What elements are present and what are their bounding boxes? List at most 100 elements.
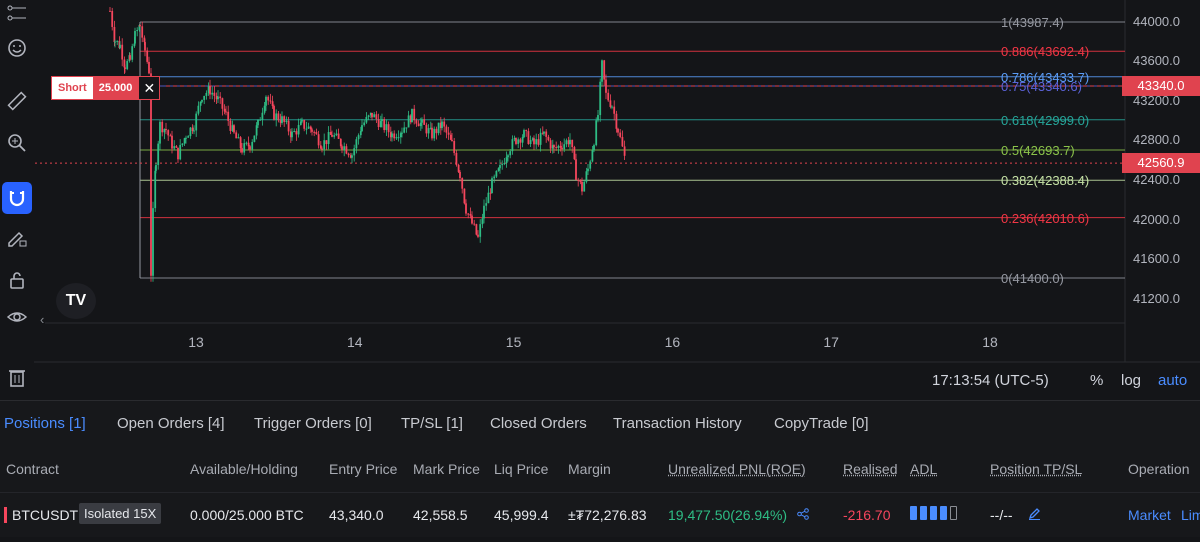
- col-contract: Contract: [6, 461, 59, 477]
- candle-body: [623, 146, 626, 156]
- candle-body: [269, 100, 272, 102]
- price-chart[interactable]: [0, 0, 1200, 400]
- candle-body: [371, 112, 373, 118]
- candle-body: [277, 113, 280, 121]
- candle-body: [229, 120, 232, 131]
- candle-body: [461, 178, 464, 189]
- candle-body: [583, 181, 586, 192]
- col-pnl: Unrealized PNL(ROE): [668, 461, 806, 477]
- candle-body: [569, 139, 571, 145]
- candle-body: [413, 108, 416, 121]
- candle-body: [337, 133, 340, 139]
- auto-scale-button[interactable]: auto: [1158, 372, 1187, 389]
- candle-body: [235, 132, 238, 139]
- candle-body: [375, 114, 378, 120]
- candle-body: [195, 113, 198, 131]
- close-order-icon[interactable]: ✕: [138, 77, 160, 99]
- candle-body: [367, 115, 370, 117]
- candle-body: [525, 130, 528, 132]
- tab-copytrade[interactable]: CopyTrade [0]: [774, 415, 869, 432]
- candle-body: [545, 131, 548, 137]
- zoom-icon[interactable]: [3, 129, 31, 157]
- candle-body: [317, 134, 320, 146]
- adl-indicator: [910, 506, 960, 523]
- candle-body: [126, 61, 129, 69]
- candle-body: [150, 73, 152, 276]
- contract-symbol[interactable]: BTCUSDT: [12, 507, 78, 523]
- candle-body: [609, 100, 612, 107]
- candle-body: [515, 138, 517, 144]
- candle-body: [331, 134, 333, 137]
- tab-open-orders[interactable]: Open Orders [4]: [117, 415, 225, 432]
- chart-canvas[interactable]: [0, 0, 1200, 400]
- margin-value[interactable]: ±₮72,276.83: [568, 507, 647, 523]
- tab-tpsl[interactable]: TP/SL [1]: [401, 415, 463, 432]
- limit-close-button[interactable]: Lim: [1181, 507, 1200, 523]
- eye-icon[interactable]: [3, 303, 31, 331]
- fib-level-label: 0.618(42999.0): [1001, 112, 1090, 128]
- candle-body: [501, 164, 504, 166]
- lock-draw-icon[interactable]: [3, 224, 31, 252]
- candle-body: [393, 133, 396, 139]
- trend-tools-icon[interactable]: [3, 0, 31, 28]
- candle-body: [343, 146, 346, 150]
- candle-body: [529, 140, 532, 145]
- candle-body: [305, 128, 308, 130]
- market-close-button[interactable]: Market: [1128, 507, 1171, 523]
- candle-body: [493, 176, 496, 179]
- candle-body: [329, 132, 332, 135]
- candle-body: [519, 139, 522, 143]
- share-icon[interactable]: [797, 507, 809, 523]
- candle-body: [335, 133, 338, 136]
- candle-body: [152, 208, 154, 276]
- candle-body: [109, 10, 111, 12]
- candle-body: [209, 86, 211, 95]
- candle-body: [577, 179, 580, 181]
- fib-level-label: 0.382(42388.4): [1001, 173, 1090, 189]
- candle-body: [263, 105, 266, 113]
- price-axis-tick: 42800.0: [1133, 132, 1180, 148]
- candle-body: [307, 126, 310, 129]
- candle-body: [503, 163, 506, 165]
- candle-body: [547, 136, 550, 141]
- candle-body: [447, 132, 450, 135]
- margin-mode-badge[interactable]: Isolated 15X: [79, 503, 162, 524]
- liq-price: 45,999.4: [494, 507, 549, 523]
- log-scale-button[interactable]: log: [1121, 372, 1141, 389]
- order-line-label[interactable]: Short 25.000 ✕: [51, 76, 161, 100]
- candle-body: [599, 81, 602, 116]
- tab-closed-orders[interactable]: Closed Orders: [490, 415, 587, 432]
- candle-body: [221, 98, 224, 109]
- candle-body: [391, 133, 393, 138]
- candle-body: [559, 145, 562, 148]
- price-tag: 42560.9: [1122, 153, 1200, 174]
- tab-trigger-orders[interactable]: Trigger Orders [0]: [254, 415, 372, 432]
- tab-transaction-history[interactable]: Transaction History: [613, 415, 742, 432]
- lock-icon[interactable]: [3, 266, 31, 294]
- candle-body: [597, 115, 599, 121]
- fib-level-label: 0(41400.0): [1001, 271, 1064, 286]
- candle-body: [333, 135, 336, 137]
- edit-icon[interactable]: [1028, 507, 1041, 523]
- percent-scale-button[interactable]: %: [1090, 372, 1103, 389]
- price-axis-tick: 43600.0: [1133, 53, 1180, 69]
- candle-body: [355, 139, 358, 149]
- candle-body: [124, 67, 126, 69]
- candle-body: [309, 126, 312, 130]
- candle-body: [561, 147, 563, 150]
- clock-timezone[interactable]: 17:13:54 (UTC-5): [932, 372, 1049, 389]
- collapse-toolbar-icon[interactable]: ‹: [40, 312, 44, 327]
- ruler-icon[interactable]: [3, 87, 31, 115]
- col-realised: Realised: [843, 461, 898, 477]
- candle-body: [155, 164, 157, 171]
- candle-body: [167, 130, 170, 136]
- magnet-icon[interactable]: [2, 182, 32, 214]
- candle-body: [459, 171, 461, 179]
- tab-positions[interactable]: Positions [1]: [4, 415, 86, 432]
- candle-body: [587, 168, 589, 172]
- candle-body: [319, 145, 322, 149]
- candle-body: [183, 138, 186, 144]
- candle-body: [405, 127, 408, 129]
- emoji-icon[interactable]: [3, 34, 31, 62]
- col-liq: Liq Price: [494, 461, 549, 477]
